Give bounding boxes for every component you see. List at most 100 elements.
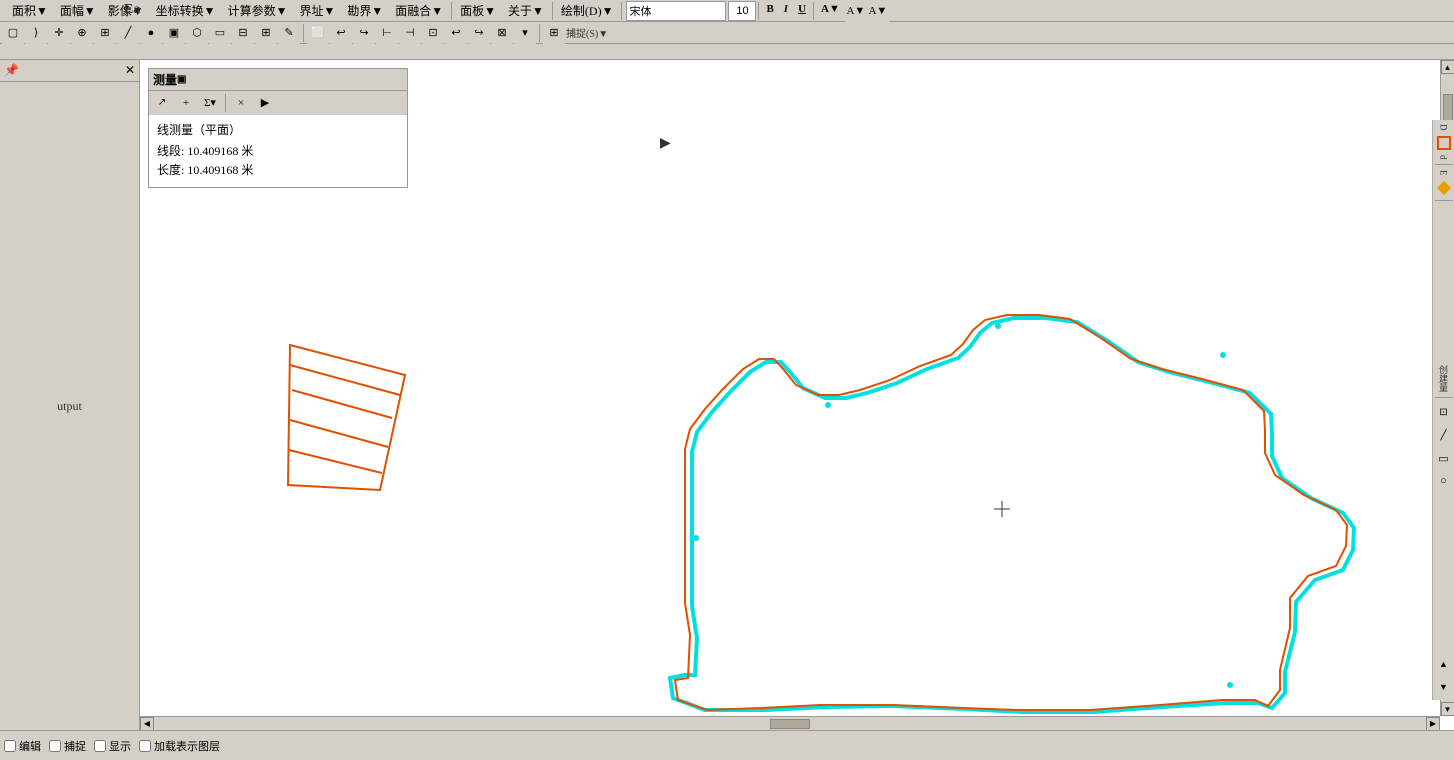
scroll-up-btn[interactable]: ▲ bbox=[1441, 60, 1454, 74]
polygon-tool[interactable]: ⬡ bbox=[186, 22, 208, 44]
status-display-checkbox[interactable] bbox=[94, 740, 106, 752]
toolbar1: ▢ ⟩ ✛ ⊕ ⊞ ╱ ● ▣ ⬡ ▭ ⊟ ⊞ ✎ ⬜ ↩ ↪ ⊢ ⊣ ⊡ ↩ … bbox=[0, 22, 1454, 44]
menu-mianfu[interactable]: 面幅▼ bbox=[54, 0, 102, 21]
scroll-down-btn[interactable]: ▼ bbox=[1441, 702, 1454, 716]
node-edit[interactable]: ⊡ bbox=[422, 22, 444, 44]
redo-tool[interactable]: ↪ bbox=[468, 22, 490, 44]
side-scroll-up[interactable]: ▲ bbox=[1433, 653, 1454, 675]
side-tool-rect2[interactable]: ▭ bbox=[1433, 447, 1454, 469]
menu-merge[interactable]: 面融合▼ bbox=[389, 0, 449, 21]
left-panel-content: utput bbox=[0, 82, 139, 730]
shape-vertex-3 bbox=[1220, 352, 1226, 358]
status-load-checkbox[interactable] bbox=[139, 740, 151, 752]
left-panel-header: 📌 ✕ bbox=[0, 60, 139, 82]
orange-line3 bbox=[290, 420, 388, 447]
bold-button[interactable]: B bbox=[761, 1, 778, 21]
status-display-label: 显示 bbox=[109, 738, 131, 754]
snap-tool[interactable]: ⊕ bbox=[71, 22, 93, 44]
orange-line2 bbox=[292, 390, 392, 418]
vertex-tool[interactable]: ⊞ bbox=[94, 22, 116, 44]
left-output-label: utput bbox=[55, 397, 84, 416]
circle-tool[interactable]: ● bbox=[140, 22, 162, 44]
side-scroll-down[interactable]: ▼ bbox=[1433, 676, 1454, 698]
side-create-label: 创建量 bbox=[1437, 363, 1450, 394]
undo-tool[interactable]: ↩ bbox=[445, 22, 467, 44]
menu-panel[interactable]: 面板▼ bbox=[454, 0, 502, 21]
status-snap: 捕捉 bbox=[49, 738, 86, 754]
shape-vertex-5 bbox=[693, 535, 699, 541]
shape-vertex-4 bbox=[1227, 682, 1233, 688]
status-load-layer: 加载表示图层 bbox=[139, 738, 220, 754]
measure-title: 测量 bbox=[153, 71, 177, 88]
capture-label: 捕捉(S)▼ bbox=[566, 25, 608, 40]
node-tool[interactable]: ✛ bbox=[48, 22, 70, 44]
top-bar: Ea 面积▼ 面幅▼ 影像▼ 坐标转换▼ 计算参数▼ 界址▼ 勘界▼ 面融合▼ … bbox=[0, 0, 1454, 60]
menu-boundary[interactable]: 界址▼ bbox=[293, 0, 341, 21]
pan-tool[interactable]: ⟩ bbox=[25, 22, 47, 44]
measure-popup-content: 线测量（平面） 线段: 10.409168 米 长度: 10.409168 米 bbox=[149, 115, 407, 187]
cursor-cross bbox=[994, 501, 1010, 517]
font-size-input[interactable] bbox=[728, 1, 756, 21]
main-shape-orange bbox=[675, 315, 1347, 710]
scroll-left-btn[interactable]: ◀ bbox=[140, 717, 154, 731]
h-scroll-thumb[interactable] bbox=[770, 719, 810, 729]
side-orange-rect[interactable] bbox=[1437, 136, 1451, 150]
menu-calc[interactable]: 计算参数▼ bbox=[222, 0, 294, 21]
left-panel-pin[interactable]: 📌 bbox=[4, 63, 19, 78]
side-diamond[interactable] bbox=[1436, 180, 1450, 194]
union-tool[interactable]: ⬜ bbox=[307, 22, 329, 44]
measure-total-length: 长度: 10.409168 米 bbox=[157, 161, 399, 180]
highlight-button[interactable]: A▼ bbox=[845, 0, 867, 22]
measure-line-length: 线段: 10.409168 米 bbox=[157, 142, 399, 161]
h-scrollbar[interactable]: ◀ ▶ bbox=[140, 716, 1440, 730]
measure-sum-btn[interactable]: Σ▾ bbox=[199, 92, 221, 114]
measure-play-btn[interactable]: ▶ bbox=[254, 92, 276, 114]
side-separator2 bbox=[1435, 200, 1453, 201]
fill-tool[interactable]: ▣ bbox=[163, 22, 185, 44]
font-color-button[interactable]: A▼ bbox=[816, 1, 845, 21]
status-edit-checkbox[interactable] bbox=[4, 740, 16, 752]
status-snap-checkbox[interactable] bbox=[49, 740, 61, 752]
intersect-tool[interactable]: ↩ bbox=[330, 22, 352, 44]
side-separator1 bbox=[1435, 164, 1453, 165]
measure-popup-toolbar: ↗ + Σ▾ × ▶ bbox=[149, 91, 407, 115]
print-btn[interactable]: ▾ bbox=[514, 22, 536, 44]
menu-survey[interactable]: 勘界▼ bbox=[341, 0, 389, 21]
side-e-label: E bbox=[1439, 168, 1449, 178]
paste-tool[interactable]: ⊞ bbox=[255, 22, 277, 44]
line-tool[interactable]: ╱ bbox=[117, 22, 139, 44]
main-shape-cyan bbox=[670, 318, 1354, 712]
measure-pencil-btn[interactable]: ↗ bbox=[151, 92, 173, 114]
italic-button[interactable]: I bbox=[779, 1, 793, 21]
edit-tool[interactable]: ✎ bbox=[278, 22, 300, 44]
erase-tool[interactable]: ↪ bbox=[353, 22, 375, 44]
merge-btn[interactable]: ⊣ bbox=[399, 22, 421, 44]
side-tool-2[interactable]: ╱ bbox=[1433, 424, 1454, 446]
text-bg-button[interactable]: A▼ bbox=[867, 0, 889, 22]
select-tool[interactable]: ▢ bbox=[2, 22, 24, 44]
left-panel-close[interactable]: ✕ bbox=[125, 63, 135, 78]
save-btn[interactable]: ⊠ bbox=[491, 22, 513, 44]
h-scroll-track bbox=[154, 718, 1426, 730]
scroll-right-btn[interactable]: ▶ bbox=[1426, 717, 1440, 731]
side-tool-circle[interactable]: ○ bbox=[1433, 470, 1454, 492]
menu-coord[interactable]: 坐标转换▼ bbox=[150, 0, 222, 21]
measure-close[interactable]: ▣ bbox=[177, 74, 186, 85]
status-edit-label: 编辑 bbox=[19, 738, 41, 754]
menu-draw[interactable]: 绘制(D)▼ bbox=[555, 0, 620, 21]
menu-area[interactable]: 面积▼ bbox=[6, 0, 54, 21]
measure-type: 线测量（平面） bbox=[157, 121, 399, 140]
side-d-label: D bbox=[1439, 122, 1449, 133]
measure-add-btn[interactable]: + bbox=[175, 92, 197, 114]
underline-button[interactable]: U bbox=[793, 1, 811, 21]
split-tool[interactable]: ⊢ bbox=[376, 22, 398, 44]
font-name-input[interactable] bbox=[626, 1, 726, 21]
side-tool-1[interactable]: ⊡ bbox=[1433, 401, 1454, 423]
measure-clear-btn[interactable]: × bbox=[230, 92, 252, 114]
status-edit: 编辑 bbox=[4, 738, 41, 754]
measure-popup: 测量 ▣ ↗ + Σ▾ × ▶ 线测量（平面） 线段: 10.409168 米 … bbox=[148, 68, 408, 188]
copy-tool[interactable]: ⊟ bbox=[232, 22, 254, 44]
menu-about[interactable]: 关于▼ bbox=[502, 0, 550, 21]
rectangle-tool[interactable]: ▭ bbox=[209, 22, 231, 44]
capture-btn[interactable]: ⊞ bbox=[543, 22, 565, 44]
